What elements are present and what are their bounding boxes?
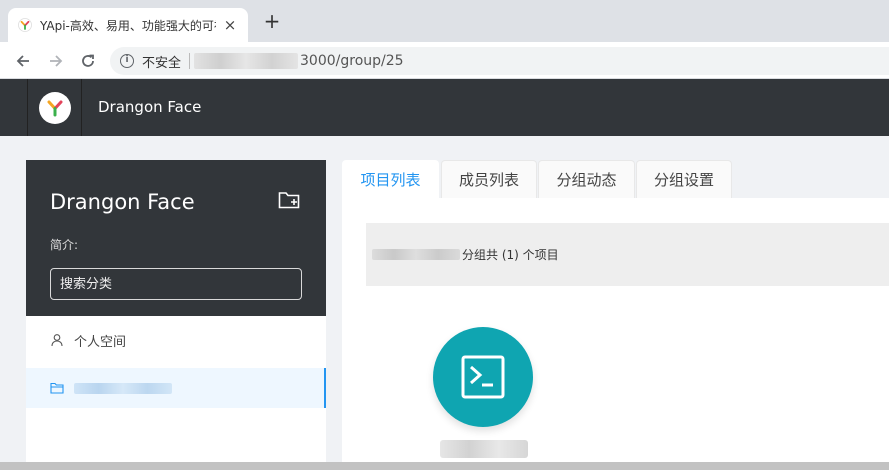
tab-close-icon[interactable]: × xyxy=(222,16,238,34)
app-header: Drangon Face xyxy=(0,79,889,136)
search-category-input[interactable] xyxy=(50,268,302,300)
tab-group-settings[interactable]: 分组设置 xyxy=(636,160,732,198)
group-name-redacted xyxy=(372,249,460,260)
group-item-name-redacted xyxy=(74,382,172,394)
folder-icon xyxy=(50,381,64,395)
horizontal-scrollbar[interactable] xyxy=(0,462,889,470)
group-list: 个人空间 xyxy=(26,316,326,462)
group-item-personal-space[interactable]: 个人空间 xyxy=(26,320,326,360)
project-name-redacted[interactable] xyxy=(440,440,528,458)
project-list-panel: 分组共 (1) 个项目 xyxy=(342,198,889,462)
tab-group-activity[interactable]: 分组动态 xyxy=(538,160,635,198)
url-text: 3000/group/25 xyxy=(300,53,404,69)
project-summary-bar: 分组共 (1) 个项目 xyxy=(366,223,889,286)
yapi-logo-icon xyxy=(38,91,71,124)
security-label: 不安全 xyxy=(142,55,182,71)
group-item-selected[interactable] xyxy=(26,368,326,408)
group-tabs: 项目列表 成员列表 分组动态 分组设置 xyxy=(342,160,889,198)
address-bar[interactable]: i 不安全 3000/group/25 xyxy=(110,47,889,75)
group-info-panel: Drangon Face 简介: xyxy=(26,160,326,316)
yapi-favicon-icon xyxy=(18,18,32,32)
tab-member-list[interactable]: 成员列表 xyxy=(441,160,537,198)
url-divider xyxy=(189,53,191,69)
browser-tab-title: YApi-高效、易用、功能强大的可视化接口管理平台 xyxy=(40,18,216,33)
tab-project-list[interactable]: 项目列表 xyxy=(342,160,439,198)
project-count-text: 分组共 (1) 个项目 xyxy=(462,248,559,262)
info-icon[interactable]: i xyxy=(120,54,134,68)
back-arrow-icon[interactable] xyxy=(12,50,34,72)
url-host-redacted xyxy=(194,53,299,69)
add-group-folder-icon[interactable] xyxy=(278,190,302,210)
project-card-icon[interactable] xyxy=(433,327,533,427)
browser-tab-bar: YApi-高效、易用、功能强大的可视化接口管理平台 × + xyxy=(0,0,889,42)
group-title: Drangon Face xyxy=(50,190,195,214)
user-icon xyxy=(50,333,64,347)
browser-toolbar: i 不安全 3000/group/25 xyxy=(0,42,889,79)
group-item-label: 个人空间 xyxy=(74,334,127,350)
terminal-icon xyxy=(461,355,505,399)
reload-icon[interactable] xyxy=(77,50,99,72)
group-description-label: 简介: xyxy=(50,238,79,252)
browser-tab[interactable]: YApi-高效、易用、功能强大的可视化接口管理平台 × xyxy=(8,8,248,42)
forward-arrow-icon[interactable] xyxy=(45,50,67,72)
yapi-logo[interactable] xyxy=(27,79,82,136)
new-tab-button[interactable]: + xyxy=(260,10,284,34)
header-breadcrumb[interactable]: Drangon Face xyxy=(98,98,201,116)
